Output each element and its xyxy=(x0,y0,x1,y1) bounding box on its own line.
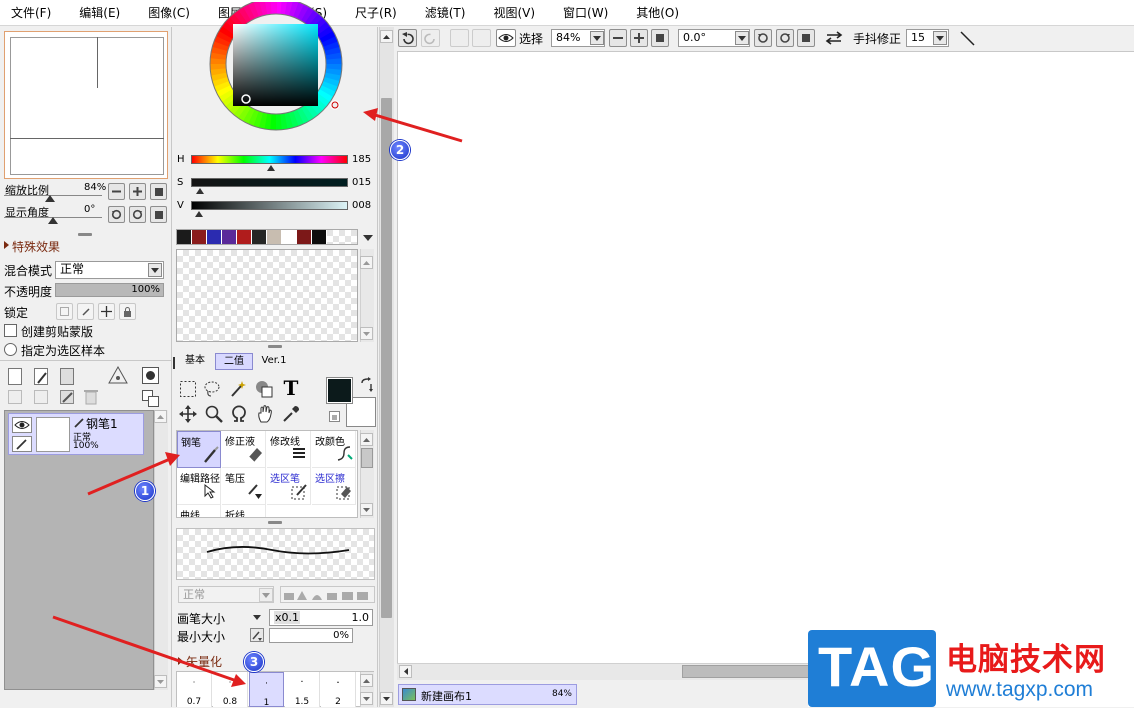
watermark-badge-text: TAG xyxy=(818,635,936,698)
callout-2: 2 xyxy=(390,140,410,160)
watermark-site-title: 电脑技术网 xyxy=(946,642,1106,678)
arrow-2 xyxy=(363,108,463,143)
callout-3: 3 xyxy=(244,652,264,672)
callout-1: 1 xyxy=(135,481,155,501)
arrow-1 xyxy=(87,452,180,496)
arrow-3 xyxy=(52,615,246,687)
annotation-arrows xyxy=(52,108,463,687)
watermark: TAG 电脑技术网 www.tagxp.com xyxy=(808,630,1134,707)
watermark-site-url: www.tagxp.com xyxy=(946,678,1094,701)
watermark-badge: TAG xyxy=(808,630,936,707)
